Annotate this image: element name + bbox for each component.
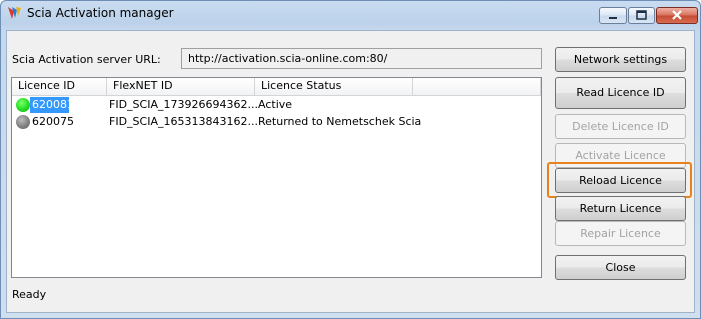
licence-id-cell: 620075 <box>32 115 74 128</box>
repair-licence-button[interactable]: Repair Licence <box>555 221 686 246</box>
column-header-licence-id[interactable]: Licence ID <box>12 78 107 96</box>
return-licence-button[interactable]: Return Licence <box>555 196 686 221</box>
network-settings-button[interactable]: Network settings <box>555 47 686 72</box>
delete-licence-id-button[interactable]: Delete Licence ID <box>555 114 686 139</box>
column-header-empty <box>413 78 541 96</box>
flexnet-id-cell: FID_SCIA_173926694362... <box>109 98 258 111</box>
column-header-licence-status[interactable]: Licence Status <box>255 78 413 96</box>
licence-list[interactable]: Licence ID FlexNET ID Licence Status 620… <box>11 77 542 278</box>
close-icon <box>672 10 682 20</box>
licence-id-cell: 620081 <box>30 97 74 113</box>
close-window-button[interactable] <box>656 7 698 24</box>
licence-status-cell: Active <box>258 98 293 111</box>
status-text: Ready <box>12 288 47 301</box>
server-url-label: Scia Activation server URL: <box>12 53 161 66</box>
scia-app-icon <box>8 7 21 19</box>
flexnet-id-cell: FID_SCIA_165313843162... <box>109 115 258 128</box>
minimize-icon <box>609 17 617 19</box>
maximize-button[interactable] <box>628 7 655 24</box>
read-licence-id-button[interactable]: Read Licence ID <box>555 77 686 109</box>
reload-licence-highlight-box <box>547 162 692 198</box>
table-row[interactable]: 620081 FID_SCIA_173926694362... Active <box>12 97 541 113</box>
maximize-icon <box>636 10 647 20</box>
server-url-field[interactable]: http://activation.scia-online.com:80/ <box>181 48 542 69</box>
window-title: Scia Activation manager <box>27 6 174 20</box>
minimize-button[interactable] <box>599 7 627 24</box>
close-button[interactable]: Close <box>555 255 686 280</box>
table-row[interactable]: 620075 FID_SCIA_165313843162... Returned… <box>12 114 541 130</box>
status-indicator-icon <box>16 115 30 129</box>
column-header-flexnet-id[interactable]: FlexNET ID <box>107 78 255 96</box>
status-indicator-icon <box>16 98 30 112</box>
licence-status-cell: Returned to Nemetschek Scia <box>258 115 422 128</box>
title-bar[interactable]: Scia Activation manager <box>1 1 700 29</box>
